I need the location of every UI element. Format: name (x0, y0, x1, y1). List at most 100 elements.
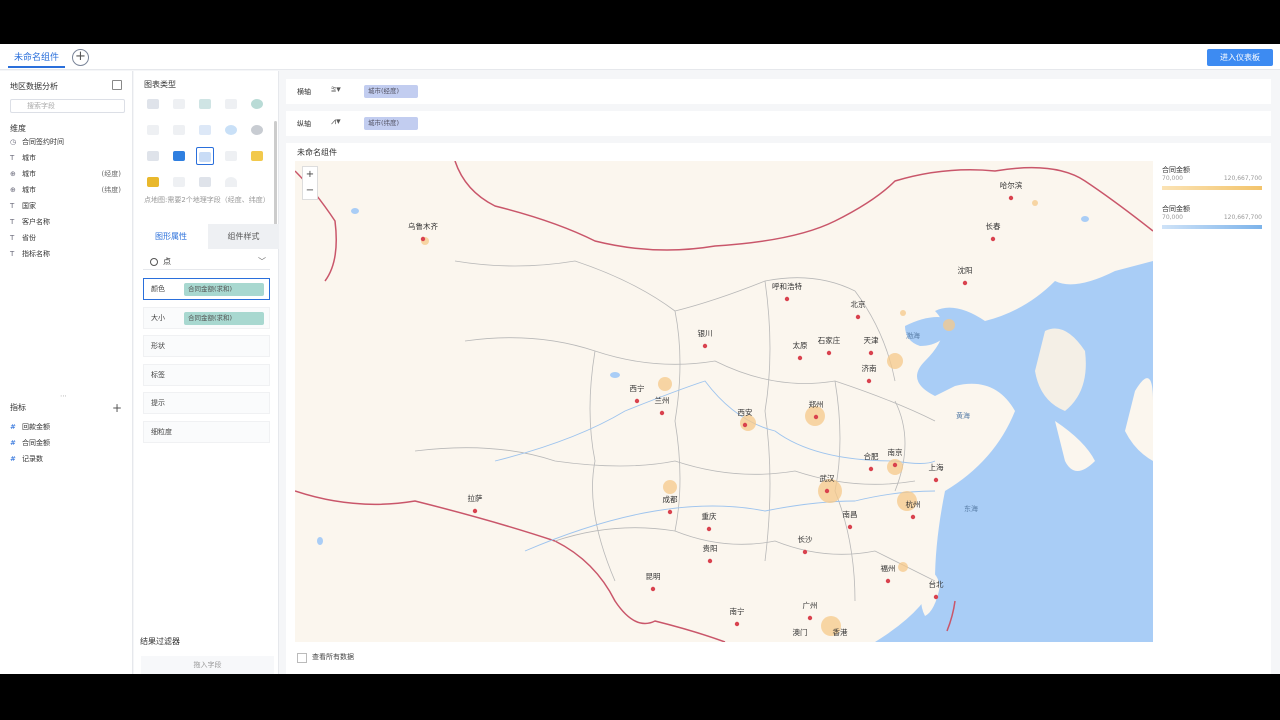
city-marker-fuzhou[interactable] (885, 578, 891, 584)
city-marker-jinan[interactable] (866, 378, 872, 384)
legend-size-bar[interactable] (1162, 225, 1262, 229)
chart-type-funnel-icon[interactable] (144, 147, 162, 165)
city-marker-guiyang[interactable] (707, 558, 713, 564)
chart-type-region-map-icon[interactable] (170, 147, 188, 165)
city-marker-urumqi[interactable] (420, 236, 426, 242)
chart-type-word-cloud-icon[interactable] (170, 173, 188, 191)
chart-type-treemap-icon[interactable] (144, 173, 162, 191)
show-all-data-checkbox[interactable] (297, 653, 307, 663)
tab-shape-properties[interactable]: 图形属性 (134, 224, 208, 249)
measure-field[interactable]: # 回款金额 (10, 421, 125, 433)
dimension-field[interactable]: T 城市 (10, 152, 125, 164)
property-slot[interactable]: 形状 (143, 335, 270, 357)
dimension-field[interactable]: T 客户名称 (10, 216, 125, 228)
chart-type-wave-icon[interactable] (196, 95, 214, 113)
city-marker-zhengzhou[interactable] (813, 414, 819, 420)
chart-type-scrollbar[interactable] (274, 121, 277, 231)
city-marker-hefei[interactable] (868, 466, 874, 472)
axis-chart-type-icon[interactable]: ⩘▾ (331, 117, 345, 129)
chart-type-heat-map-icon[interactable] (248, 147, 266, 165)
dimension-field[interactable]: T 国家 (10, 200, 125, 212)
property-slot[interactable]: 大小 合同金额(求和) (143, 306, 270, 329)
city-marker-shijiazhuang[interactable] (826, 350, 832, 356)
city-marker-tianjin[interactable] (868, 350, 874, 356)
property-slot[interactable]: 细粒度 (143, 420, 270, 443)
switch-dataset-icon[interactable] (112, 80, 122, 90)
dimension-field[interactable]: ⊕ 城市 (经度) (10, 168, 125, 180)
enter-dashboard-button[interactable]: 进入仪表板 (1207, 49, 1273, 66)
chart-type-bar-icon[interactable] (170, 121, 188, 139)
city-marker-xining[interactable] (634, 398, 640, 404)
measure-field[interactable]: # 合同金额 (10, 437, 125, 449)
dimension-field[interactable]: T 省份 (10, 232, 125, 244)
chart-type-gauge-icon[interactable] (222, 173, 240, 191)
legend-color-bar[interactable] (1162, 186, 1262, 190)
city-label-changchun: 长春 (986, 221, 1001, 231)
chart-type-point-map-icon[interactable] (196, 147, 214, 165)
city-marker-chongqing[interactable] (706, 526, 712, 532)
city-marker-yinchuan[interactable] (702, 343, 708, 349)
city-marker-nanjing[interactable] (892, 462, 898, 468)
city-marker-wuhan[interactable] (824, 488, 830, 494)
city-marker-shenyang[interactable] (962, 280, 968, 286)
chart-type-line-icon[interactable] (222, 95, 240, 113)
chart-type-radar-icon[interactable] (222, 121, 240, 139)
axis-chart-type-icon[interactable]: ⩰▾ (331, 85, 345, 97)
city-label-hohhot: 呼和浩特 (772, 281, 802, 291)
add-tab-button[interactable]: + (72, 49, 89, 66)
chart-type-scatter-icon[interactable] (196, 121, 214, 139)
city-marker-changchun[interactable] (990, 236, 996, 242)
city-marker-taipei[interactable] (933, 594, 939, 600)
property-slot[interactable]: 颜色 合同金额(求和) (143, 278, 270, 300)
city-label-shenyang: 沈阳 (958, 265, 973, 275)
dimension-field[interactable]: ⊕ 城市 (纬度) (10, 184, 125, 196)
measure-field[interactable]: # 记录数 (10, 453, 125, 465)
city-marker-guangzhou[interactable] (807, 615, 813, 621)
city-marker-lanzhou[interactable] (659, 410, 665, 416)
city-marker-lhasa[interactable] (472, 508, 478, 514)
city-marker-shanghai[interactable] (933, 477, 939, 483)
chart-type-table-icon[interactable] (144, 95, 162, 113)
city-label-urumqi: 乌鲁木齐 (408, 221, 438, 231)
filter-drop-zone[interactable]: 拖入字段 (141, 656, 274, 674)
point-map[interactable]: 哈尔滨 乌鲁木齐 长春 沈阳 呼和浩特 北京 天津 石家庄 太原 银川 济南 西宁 兰州 西安 郑州 合肥 南京… (295, 161, 1153, 642)
city-marker-xian[interactable] (742, 422, 748, 428)
chart-type-area-icon[interactable] (144, 121, 162, 139)
zoom-out-button[interactable]: − (303, 183, 317, 199)
city-marker-hangzhou[interactable] (910, 514, 916, 520)
property-field-pill[interactable]: 合同金额(求和) (184, 311, 264, 325)
panel-resize-handle[interactable]: ⋯ (60, 392, 67, 400)
x-axis-row: 横轴 ⩰▾ 城市(经度) (286, 79, 1271, 104)
tab-unnamed-component[interactable]: 未命名组件 (8, 48, 66, 68)
y-axis-label: 纵轴 (297, 120, 311, 128)
y-axis-field-pill[interactable]: 城市(纬度) (364, 117, 418, 130)
add-measure-icon[interactable]: + (112, 401, 122, 415)
mark-type-select[interactable]: 点 ﹀ (143, 254, 270, 270)
dimension-section-label: 维度 (10, 124, 26, 133)
property-slot[interactable]: 标签 (143, 363, 270, 386)
dimension-field[interactable]: T 指标名称 (10, 248, 125, 260)
chart-type-globe-icon[interactable] (248, 95, 266, 113)
property-slot[interactable]: 提示 (143, 392, 270, 414)
zoom-in-button[interactable]: + (303, 167, 317, 183)
city-marker-beijing[interactable] (855, 314, 861, 320)
tab-component-style[interactable]: 组件样式 (208, 224, 279, 249)
city-marker-harbin[interactable] (1008, 195, 1014, 201)
map-canvas: 哈尔滨乌鲁木齐 长春沈阳呼和浩特北京天津 石家庄太原 银川济南西宁兰州西安 郑州合肥 南京… (295, 161, 1153, 642)
city-marker-hohhot[interactable] (784, 296, 790, 302)
x-axis-field-pill[interactable]: 城市(经度) (364, 85, 418, 98)
chart-type-dot-icon[interactable] (170, 95, 188, 113)
city-marker-chengdu[interactable] (667, 509, 673, 515)
city-marker-taiyuan[interactable] (797, 355, 803, 361)
chart-type-filter-icon[interactable] (196, 173, 214, 191)
chart-type-flow-map-icon[interactable] (222, 147, 240, 165)
chart-type-pie-icon[interactable] (248, 121, 266, 139)
field-search-input[interactable]: 搜索字段 (10, 99, 125, 113)
city-marker-nanning[interactable] (734, 621, 740, 627)
dimension-field-suffix: (纬度) (101, 186, 121, 194)
city-marker-kunming[interactable] (650, 586, 656, 592)
city-marker-nanchang[interactable] (847, 524, 853, 530)
city-marker-changsha[interactable] (802, 549, 808, 555)
dimension-field[interactable]: ◷ 合同签约时间 (10, 136, 125, 148)
property-field-pill[interactable]: 合同金额(求和) (184, 283, 264, 296)
